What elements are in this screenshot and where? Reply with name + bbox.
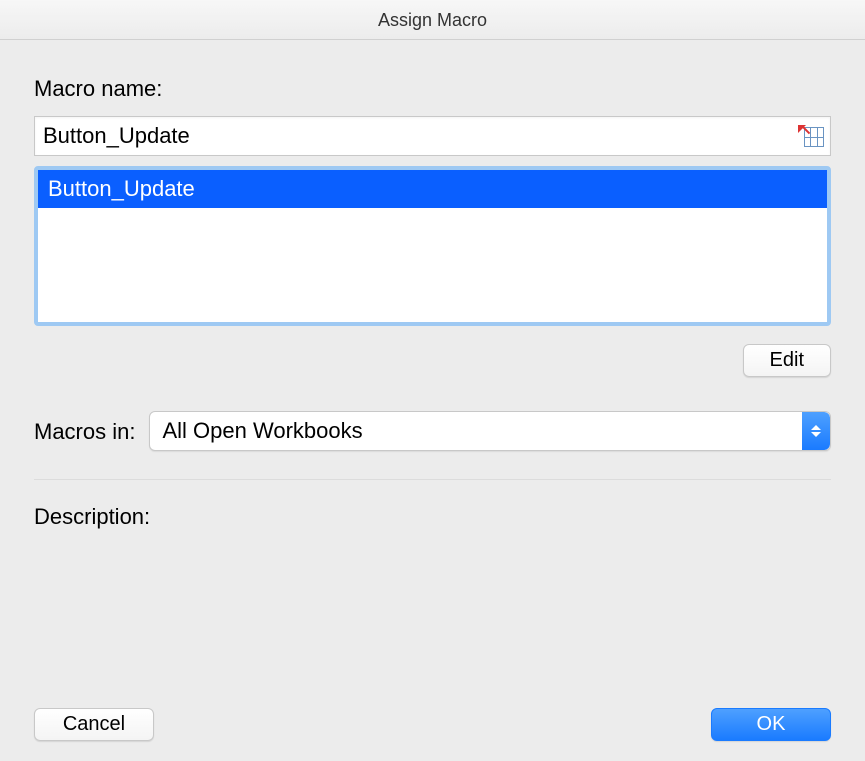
- section-divider: [34, 479, 831, 480]
- reference-picker-icon[interactable]: [798, 125, 824, 147]
- macro-listbox-container: Button_Update: [34, 166, 831, 326]
- edit-button[interactable]: Edit: [743, 344, 831, 377]
- cancel-button[interactable]: Cancel: [34, 708, 154, 741]
- ok-button[interactable]: OK: [711, 708, 831, 741]
- macros-in-dropdown[interactable]: All Open Workbooks: [149, 411, 831, 451]
- dialog-footer: Cancel OK: [34, 708, 831, 741]
- dialog-body: Macro name: Button_Update Edit Macros in…: [0, 40, 865, 761]
- macros-in-label: Macros in:: [34, 417, 135, 445]
- macro-name-input[interactable]: [43, 117, 798, 155]
- macro-name-field-container: [34, 116, 831, 156]
- macro-name-label: Macro name:: [34, 76, 831, 102]
- window-title: Assign Macro: [0, 0, 865, 40]
- description-label: Description:: [34, 504, 831, 530]
- chevron-up-icon: [811, 425, 821, 430]
- dropdown-handle-icon: [802, 412, 830, 450]
- macro-listbox[interactable]: Button_Update: [38, 170, 827, 322]
- macros-in-value: All Open Workbooks: [162, 418, 362, 444]
- list-item[interactable]: Button_Update: [38, 170, 827, 208]
- chevron-down-icon: [811, 432, 821, 437]
